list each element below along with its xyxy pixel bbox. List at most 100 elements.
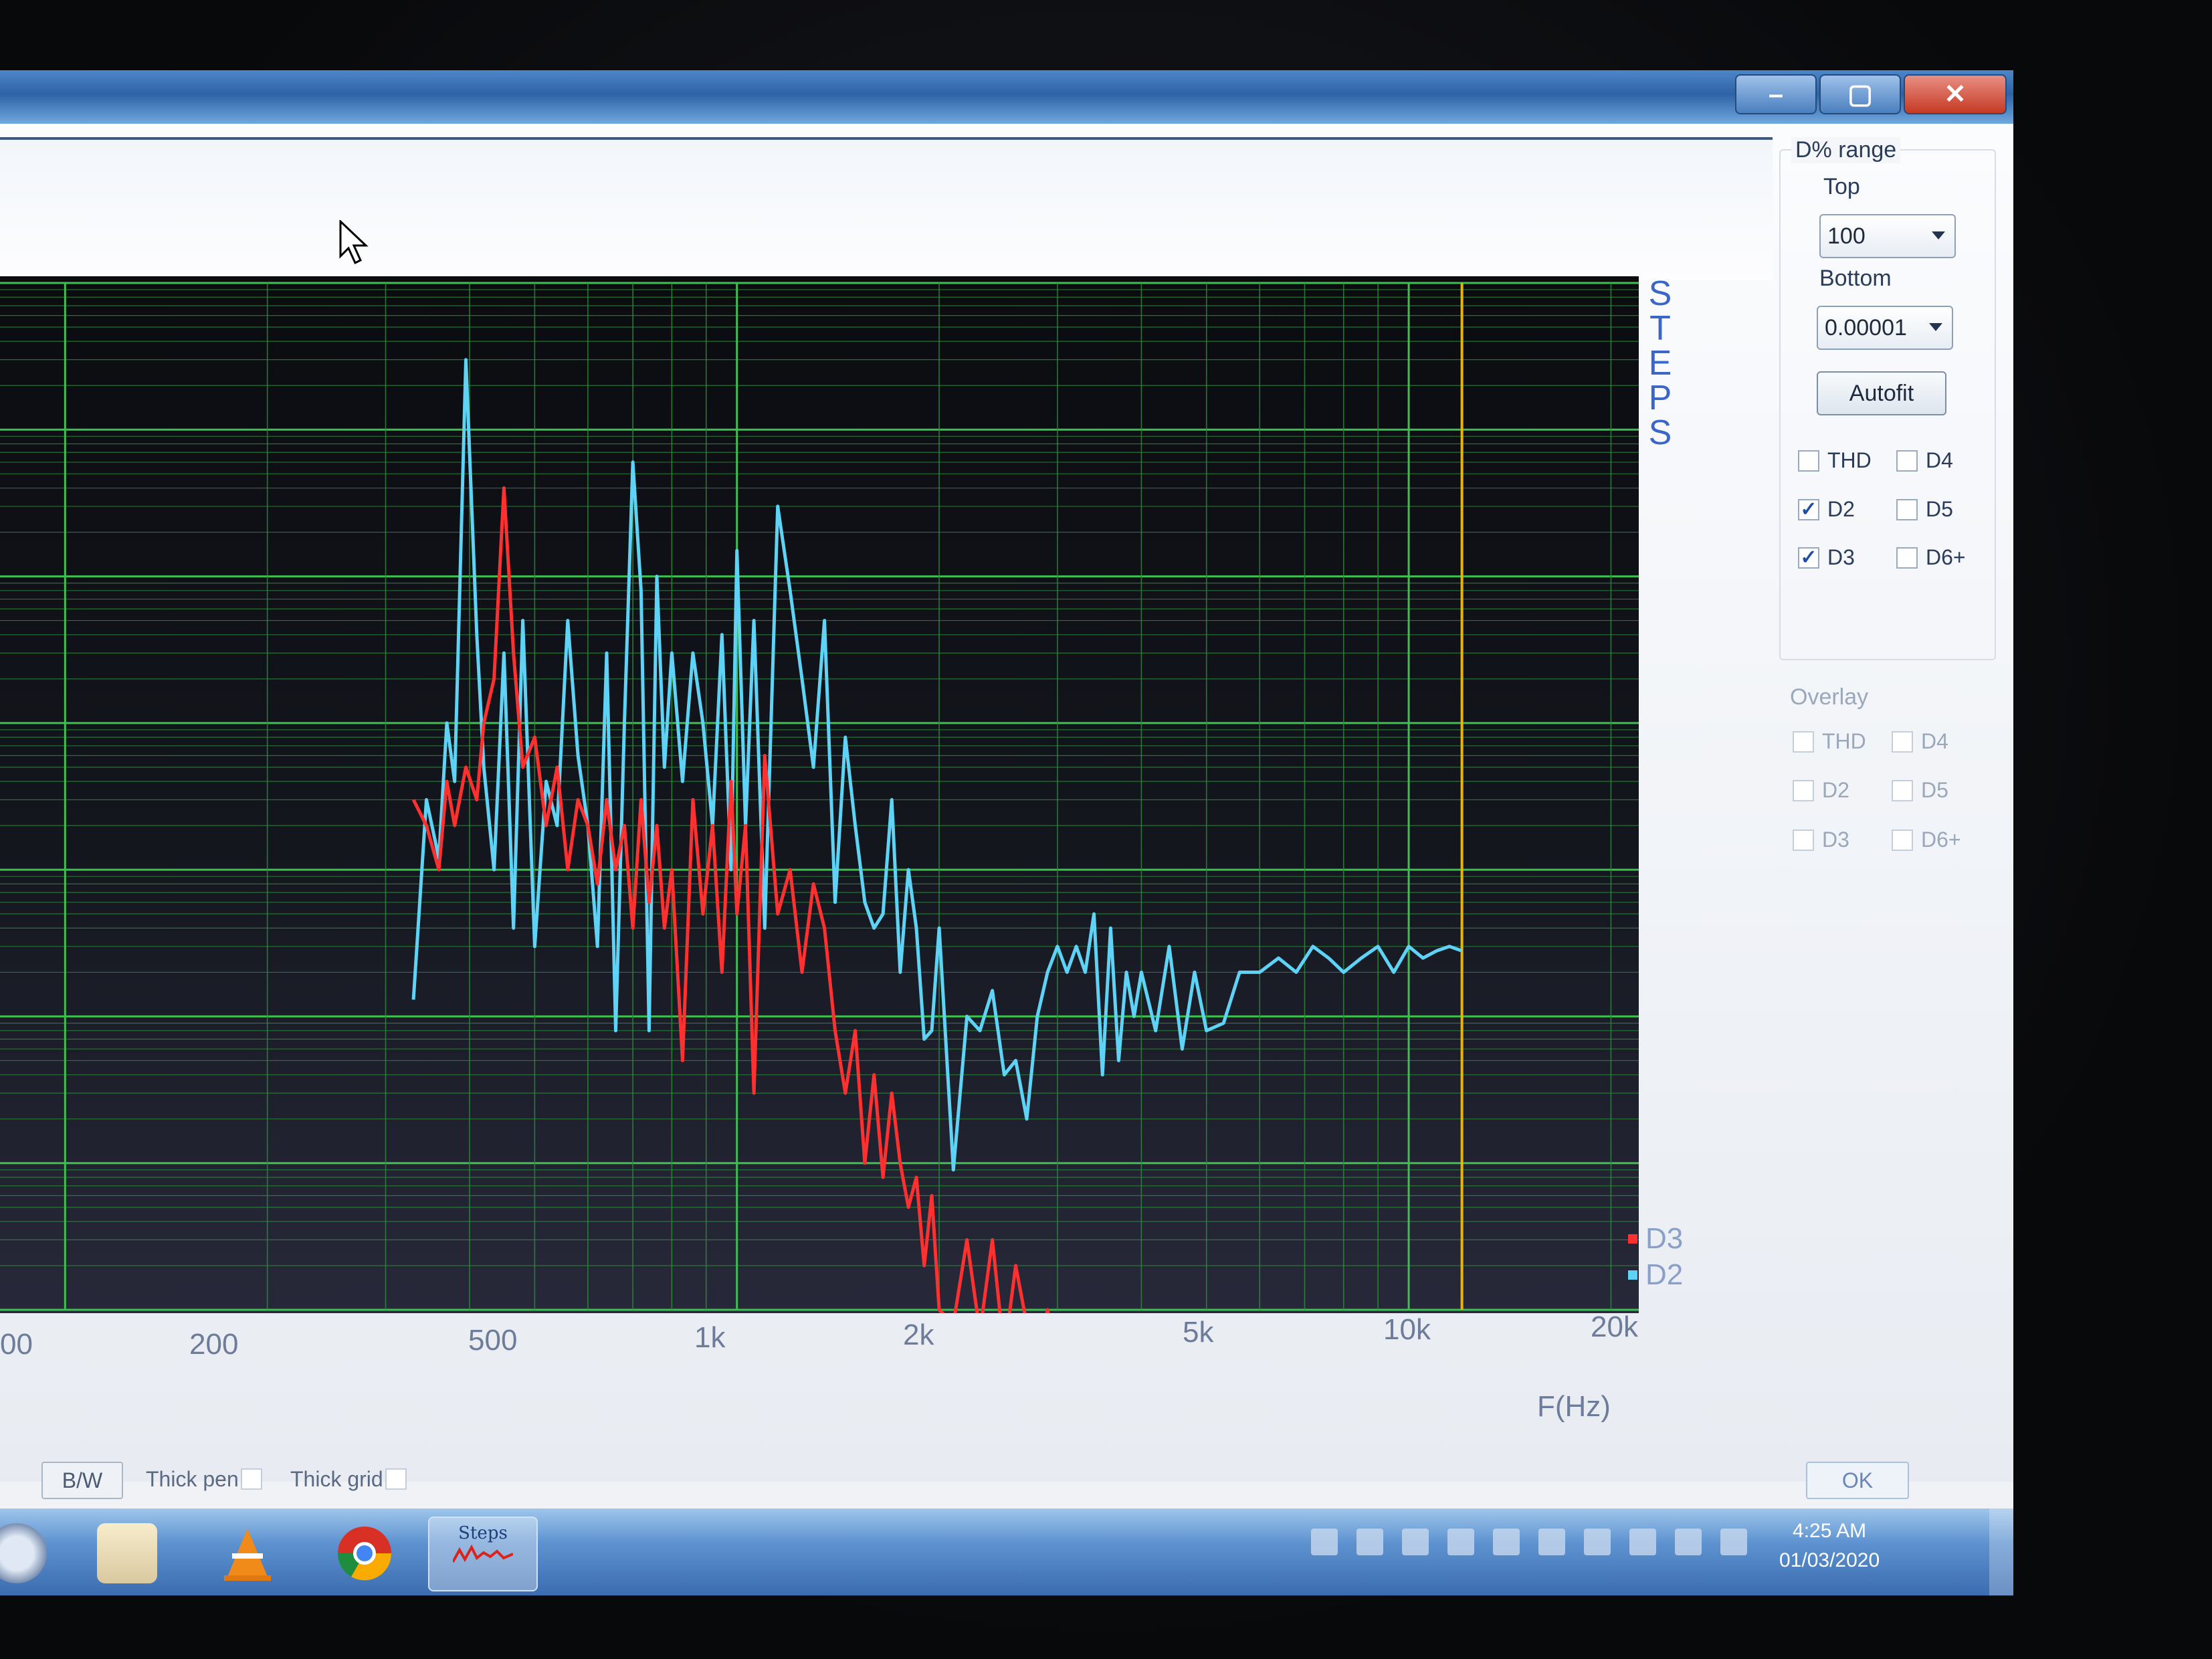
top-range-select[interactable]: 100 — [1819, 214, 1956, 258]
screen: – ▢ ✕ S T E P S D3 D2 00 200 500 1k 2k 5… — [0, 70, 2013, 1595]
chart-legend: D3 D2 — [1628, 1221, 1683, 1293]
checkbox-thd[interactable]: THD — [1798, 448, 1872, 473]
checkbox-box — [1793, 829, 1814, 851]
checkbox-label: D6+ — [1926, 545, 1966, 569]
overlay-checkbox-d4[interactable]: D4 — [1892, 729, 1948, 754]
folder-tray-icon[interactable] — [1311, 1529, 1338, 1555]
graph-header-area — [0, 137, 1773, 280]
ok-button[interactable]: OK — [1806, 1462, 1909, 1499]
legend-label-d3: D3 — [1645, 1222, 1684, 1255]
bottom-range-value: 0.00001 — [1825, 315, 1907, 340]
thick-grid-checkbox[interactable] — [385, 1468, 407, 1490]
legend-swatch-d2 — [1628, 1270, 1637, 1280]
clipboard-tray-icon[interactable] — [1584, 1529, 1611, 1555]
x-tick-label: 2k — [903, 1319, 934, 1351]
thick-grid-label: Thick grid — [290, 1467, 383, 1491]
mouse-pointer-icon — [339, 220, 369, 265]
legend-item-d3: D3 — [1628, 1221, 1683, 1257]
chevron-down-icon — [1932, 231, 1945, 239]
thick-pen-checkbox[interactable] — [241, 1468, 262, 1490]
monitor-tray-icon[interactable] — [1538, 1529, 1565, 1555]
checkbox-label: D5 — [1921, 778, 1948, 802]
steps-side-label: S T E P S — [1648, 274, 1672, 452]
clock-time: 4:25 AM — [1793, 1520, 1867, 1542]
x-tick-label: 5k — [1183, 1316, 1214, 1349]
checkbox-d5[interactable]: D5 — [1896, 497, 1953, 522]
bottom-range-select[interactable]: 0.00001 — [1817, 306, 1953, 350]
legend-item-d2: D2 — [1628, 1257, 1683, 1293]
x-axis-title: F(Hz) — [1537, 1390, 1611, 1423]
graph-plot-area[interactable] — [0, 276, 1639, 1517]
checkbox-label: D3 — [1827, 545, 1855, 569]
x-tick-label: 10k — [1383, 1313, 1431, 1346]
window-controls: – ▢ ✕ — [1732, 74, 2007, 114]
top-range-value: 100 — [1827, 223, 1866, 249]
checkbox-label: THD — [1822, 729, 1866, 753]
minimize-button[interactable]: – — [1735, 74, 1817, 114]
x-tick-label: 500 — [468, 1324, 518, 1357]
bw-button[interactable]: B/W — [41, 1462, 123, 1499]
checkbox-d3[interactable]: ✓ D3 — [1798, 545, 1855, 570]
show-desktop-button[interactable] — [1989, 1508, 2013, 1595]
checkbox-label: D5 — [1926, 497, 1953, 521]
check-icon: ✓ — [1798, 498, 1819, 520]
chevron-down-icon — [1929, 323, 1942, 331]
checkbox-box — [1892, 779, 1913, 801]
usb-tray-icon[interactable] — [1493, 1529, 1520, 1555]
overlay-title: Overlay — [1790, 684, 1869, 710]
checkbox-box — [1793, 779, 1814, 801]
maximize-button[interactable]: ▢ — [1819, 74, 1901, 114]
top-label: Top — [1823, 174, 1860, 199]
x-tick-label: 20k — [1591, 1310, 1638, 1343]
signal-strength-icon[interactable] — [1720, 1529, 1747, 1555]
checkbox-box — [1892, 730, 1913, 753]
chrome-icon[interactable] — [334, 1523, 395, 1583]
checkbox-box — [1892, 829, 1913, 851]
checkbox-d2[interactable]: ✓ D2 — [1798, 497, 1855, 522]
legend-label-d2: D2 — [1645, 1258, 1684, 1291]
series-line-d3 — [411, 486, 1346, 1517]
action-center-flag-icon[interactable] — [1356, 1529, 1383, 1555]
checkbox-d6plus[interactable]: D6+ — [1896, 545, 1966, 570]
x-tick-label: 200 — [189, 1328, 239, 1361]
checkbox-d4[interactable]: D4 — [1896, 448, 1953, 473]
overlay-checkbox-d3[interactable]: D3 — [1793, 827, 1849, 852]
checkbox-label: D3 — [1822, 827, 1849, 852]
chrome-logo-icon — [337, 1527, 392, 1581]
volume-icon[interactable] — [1629, 1529, 1656, 1555]
distortion-chart — [0, 282, 1639, 1517]
checkbox-box — [1896, 498, 1918, 520]
taskbar-clock[interactable]: 4:25 AM 01/03/2020 — [1779, 1517, 1880, 1575]
overlay-checkbox-thd[interactable]: THD — [1793, 729, 1866, 754]
windows-taskbar: Steps 4:25 AM 01/03/2020 — [0, 1508, 2013, 1595]
legend-swatch-d3 — [1628, 1234, 1637, 1244]
steps-app-icon — [453, 1544, 513, 1563]
taskbar-steps-label: Steps — [458, 1523, 508, 1543]
thick-pen-label: Thick pen — [146, 1467, 239, 1491]
libraries-folder-icon[interactable] — [97, 1523, 157, 1583]
window-titlebar[interactable]: – ▢ ✕ — [0, 70, 2013, 124]
clock-app-icon[interactable] — [0, 1523, 47, 1583]
clock-date: 01/03/2020 — [1779, 1549, 1880, 1571]
checkbox-label: D2 — [1827, 497, 1855, 521]
x-tick-label: 00 — [0, 1328, 33, 1361]
checkbox-label: D4 — [1921, 729, 1948, 753]
checkbox-box — [1793, 730, 1814, 753]
autofit-button[interactable]: Autofit — [1817, 371, 1946, 415]
overlay-checkbox-d6plus[interactable]: D6+ — [1892, 827, 1961, 852]
display-tray-icon[interactable] — [1447, 1529, 1474, 1555]
x-tick-label: 1k — [694, 1321, 726, 1354]
vlc-icon[interactable] — [217, 1523, 278, 1583]
vlc-cone-icon — [224, 1529, 271, 1581]
bottom-label: Bottom — [1819, 266, 1892, 291]
pin-tray-icon[interactable] — [1675, 1529, 1702, 1555]
range-group-title: D% range — [1791, 137, 1901, 163]
close-button[interactable]: ✕ — [1904, 74, 2007, 114]
taskbar-steps-app[interactable]: Steps — [428, 1517, 538, 1591]
overlay-checkbox-d2[interactable]: D2 — [1793, 778, 1849, 803]
network-tray-icon[interactable] — [1402, 1529, 1429, 1555]
overlay-checkbox-d5[interactable]: D5 — [1892, 778, 1948, 803]
checkbox-box — [1896, 450, 1918, 472]
system-tray — [1311, 1529, 1766, 1555]
checkbox-label: THD — [1827, 448, 1872, 472]
